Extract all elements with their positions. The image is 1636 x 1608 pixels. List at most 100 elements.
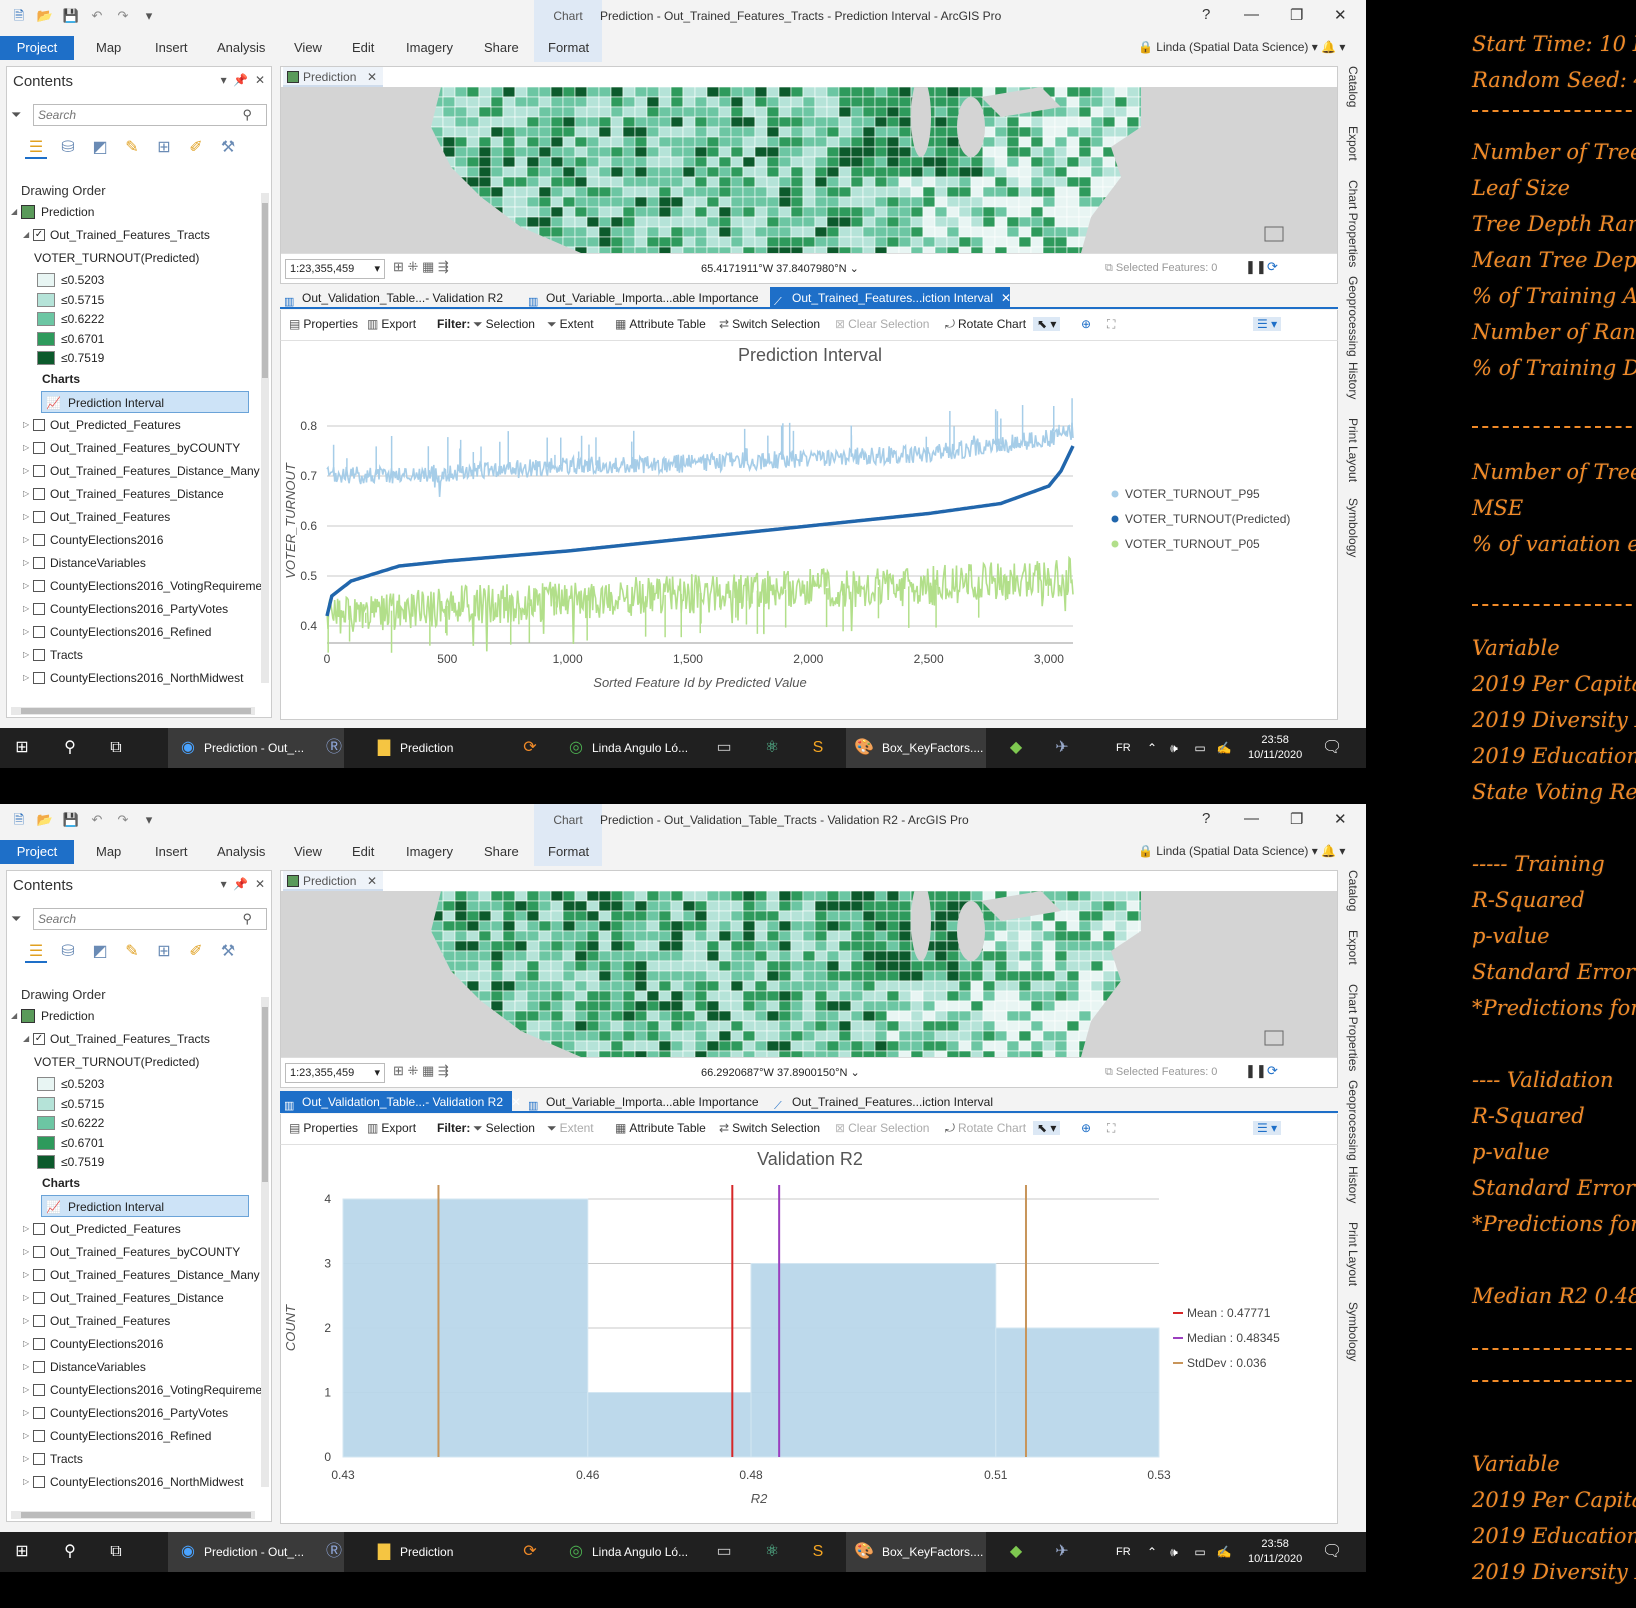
taskbar-paint[interactable]: 🎨 Box_KeyFactors.... xyxy=(846,1532,986,1572)
tree-layer-main[interactable]: ◢ ✓ Out_Trained_Features_Tracts xyxy=(7,224,259,246)
layer-row[interactable]: ▷ DistanceVariables xyxy=(7,552,259,574)
terminal-icon[interactable]: ▭ xyxy=(714,738,734,758)
close-icon[interactable]: ✕ xyxy=(367,67,377,87)
tab-format[interactable]: Format xyxy=(548,844,589,859)
expand-icon[interactable]: ▷ xyxy=(23,1425,29,1447)
layer-visibility-checkbox[interactable] xyxy=(33,1453,45,1465)
selected-features[interactable]: ⧉ Selected Features: 0 xyxy=(1105,1066,1217,1079)
tab-project[interactable]: Project xyxy=(0,840,74,864)
app-icon[interactable]: ◆ xyxy=(1006,1542,1026,1562)
map-nav-icons[interactable]: ⊞ ⁜ ▦ ⇶ xyxy=(393,1063,449,1079)
list-by-snapping-icon[interactable]: ⊞ xyxy=(153,137,175,159)
export-button[interactable]: ▥ Export xyxy=(367,317,416,331)
r-icon[interactable]: Ⓡ xyxy=(324,738,344,758)
layer-row[interactable]: ▷ CountyElections2016_Refined xyxy=(7,621,259,643)
attribute-table-button[interactable]: ▦ Attribute Table xyxy=(615,1121,706,1135)
close-icon[interactable]: ✕ xyxy=(511,1095,521,1109)
expand-icon[interactable]: ▷ xyxy=(23,414,29,436)
list-by-drawing-order-icon[interactable]: ☰ xyxy=(25,941,47,963)
language-indicator[interactable]: FR xyxy=(1116,728,1131,768)
tab-validation-r2[interactable]: ▥ Out_Validation_Table...- Validation R2 xyxy=(280,287,512,309)
taskbar-chrome[interactable]: ◎ Linda Angulo Ló... xyxy=(560,728,696,768)
filter-extent-button[interactable]: ⏷ Extent xyxy=(547,317,594,332)
tab-analysis[interactable]: Analysis xyxy=(217,40,265,55)
scale-selector[interactable]: 1:23,355,459 ▾ xyxy=(285,1063,385,1083)
tab-map[interactable]: Map xyxy=(96,844,121,859)
layer-visibility-checkbox[interactable] xyxy=(33,1223,45,1235)
list-by-editing-icon[interactable]: ✎ xyxy=(121,941,143,963)
filter-icon[interactable]: ⏷ xyxy=(11,107,21,123)
layer-row[interactable]: ▷ CountyElections2016_NorthMidwest xyxy=(7,1471,259,1493)
expand-icon[interactable]: ▷ xyxy=(23,1379,29,1401)
list-by-perspective-icon[interactable]: ⚒ xyxy=(217,941,239,963)
list-by-selection-icon[interactable]: ◩ xyxy=(89,137,111,159)
layer-row[interactable]: ▷ Out_Trained_Features_byCOUNTY xyxy=(7,1241,259,1263)
tab-validation-r2[interactable]: ▥ Out_Validation_Table...- Validation R2 ✕ xyxy=(280,1091,521,1113)
windows-start-icon[interactable]: ⊞ xyxy=(12,1542,32,1562)
layer-visibility-checkbox[interactable] xyxy=(33,488,45,500)
expand-icon[interactable]: ▷ xyxy=(23,529,29,551)
customize-icon[interactable]: ▾ xyxy=(140,8,158,24)
close-button[interactable]: ✕ xyxy=(1334,6,1347,24)
layer-row[interactable]: ▷ Tracts xyxy=(7,644,259,666)
app-icon[interactable]: ◆ xyxy=(1006,738,1026,758)
tab-share[interactable]: Share xyxy=(484,40,519,55)
customize-icon[interactable]: ▾ xyxy=(140,812,158,828)
sync-icon[interactable]: ⟳ xyxy=(520,1542,540,1562)
pane-controls[interactable]: ▾ 📌 ✕ xyxy=(221,877,265,891)
refresh-icon[interactable]: ⟳ xyxy=(1267,1063,1278,1079)
dock-tab-catalog[interactable]: Catalog xyxy=(1346,66,1360,107)
list-by-perspective-icon[interactable]: ⚒ xyxy=(217,137,239,159)
notification-icon[interactable]: 🔔 xyxy=(1321,40,1336,54)
minimize-button[interactable]: — xyxy=(1244,810,1259,827)
export-button[interactable]: ▥ Export xyxy=(367,1121,416,1135)
selected-features[interactable]: ⧉ Selected Features: 0 xyxy=(1105,262,1217,275)
layer-visibility-checkbox[interactable]: ✓ xyxy=(33,229,45,241)
atom-icon[interactable]: ⚛ xyxy=(762,738,782,758)
expand-icon[interactable]: ▷ xyxy=(23,667,29,689)
pen-icon[interactable]: ✍ xyxy=(1214,738,1234,758)
tab-variable-importance[interactable]: ▥ Out_Variable_Importa...able Importance xyxy=(524,1091,760,1113)
contents-search[interactable]: ⚲ xyxy=(33,908,267,930)
volume-icon[interactable]: 🕪 xyxy=(1164,738,1184,758)
undo-icon[interactable]: ↶ xyxy=(88,812,106,828)
tab-prediction-interval[interactable]: ⟋ Out_Trained_Features...iction Interval xyxy=(770,1091,1010,1113)
dock-tab-catalog[interactable]: Catalog xyxy=(1346,870,1360,911)
contents-vertical-scrollbar[interactable] xyxy=(261,997,269,1487)
battery-icon[interactable]: ▭ xyxy=(1190,1542,1210,1562)
expand-icon[interactable]: ▷ xyxy=(23,483,29,505)
expand-icon[interactable]: ▷ xyxy=(23,621,29,643)
dock-tab-symbology[interactable]: Symbology xyxy=(1346,1302,1360,1361)
map-canvas[interactable] xyxy=(281,881,1337,1057)
tab-insert[interactable]: Insert xyxy=(155,844,188,859)
list-by-source-icon[interactable]: ⛁ xyxy=(57,137,79,159)
dock-tab-print-layout[interactable]: Print Layout xyxy=(1346,1222,1360,1286)
tab-project[interactable]: Project xyxy=(0,36,74,60)
close-icon[interactable]: ✕ xyxy=(367,871,377,891)
filter-selection-button[interactable]: ⏷ Selection xyxy=(473,317,535,332)
tray-chevron-icon[interactable]: ⌃ xyxy=(1142,738,1162,758)
expand-icon[interactable]: ▷ xyxy=(23,1218,29,1240)
filter-extent-button[interactable]: ⏷ Extent xyxy=(547,1121,594,1136)
switch-selection-button[interactable]: ⇄ Switch Selection xyxy=(719,1121,820,1135)
expand-icon[interactable]: ▷ xyxy=(23,1333,29,1355)
close-button[interactable]: ✕ xyxy=(1334,810,1347,828)
r-icon[interactable]: Ⓡ xyxy=(324,1542,344,1562)
layer-row[interactable]: ▷ Out_Trained_Features_Distance_Many xyxy=(7,460,260,482)
dock-tab-history[interactable]: History xyxy=(1346,1166,1360,1203)
list-by-snapping-icon[interactable]: ⊞ xyxy=(153,941,175,963)
expand-icon[interactable]: ▷ xyxy=(23,1356,29,1378)
layer-row[interactable]: ▷ Out_Predicted_Features xyxy=(7,414,259,436)
tree-layer-main[interactable]: ◢ ✓ Out_Trained_Features_Tracts xyxy=(7,1028,259,1050)
layer-row[interactable]: ▷ CountyElections2016 xyxy=(7,1333,259,1355)
filter-icon[interactable]: ⏷ xyxy=(11,911,21,927)
task-view-icon[interactable]: ⧉ xyxy=(106,738,126,758)
rotate-chart-button[interactable]: ⤾ Rotate Chart xyxy=(945,317,1026,332)
notifications-icon[interactable]: 🗨 xyxy=(1322,738,1342,758)
dock-tab-print-layout[interactable]: Print Layout xyxy=(1346,418,1360,482)
legend-class-row[interactable]: ≤0.7519 xyxy=(7,1151,259,1173)
layer-row[interactable]: ▷ Out_Trained_Features_Distance_Many xyxy=(7,1264,260,1286)
sublime-icon[interactable]: S xyxy=(808,738,828,758)
layer-visibility-checkbox[interactable] xyxy=(33,672,45,684)
undo-icon[interactable]: ↶ xyxy=(88,8,106,24)
